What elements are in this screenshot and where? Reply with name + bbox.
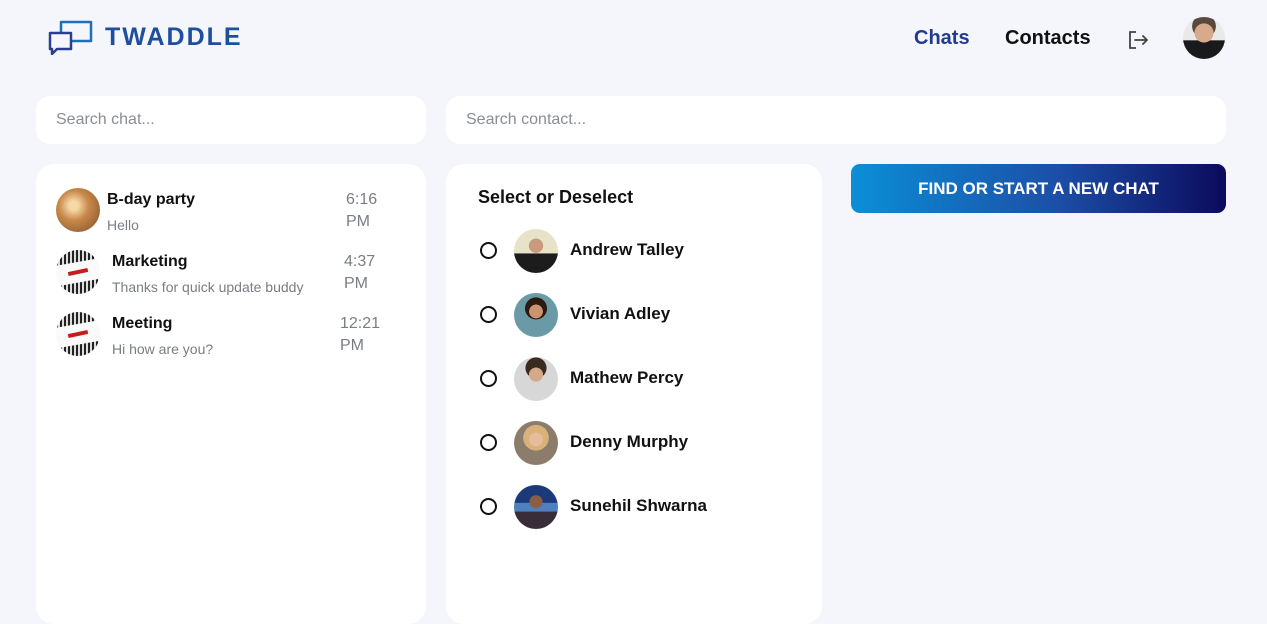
chat-avatar	[56, 250, 100, 294]
chat-time-period: PM	[340, 337, 364, 354]
brand-name: TWADDLE	[105, 22, 243, 51]
contact-radio[interactable]	[480, 306, 497, 323]
contact-radio[interactable]	[480, 498, 497, 515]
logout-icon[interactable]	[1127, 29, 1149, 51]
contact-name: Mathew Percy	[570, 368, 684, 387]
contact-radio[interactable]	[480, 370, 497, 387]
contact-avatar	[514, 421, 558, 465]
chat-time-period: PM	[344, 275, 368, 292]
contact-name: Sunehil Shwarna	[570, 496, 707, 515]
contact-name: Vivian Adley	[570, 304, 671, 323]
chat-item-bday-party[interactable]: B-day party Hello 6:16 PM	[36, 186, 426, 242]
chat-time-value: 12:21	[340, 315, 381, 332]
chat-last-message: Hi how are you?	[112, 341, 214, 357]
contact-radio[interactable]	[480, 434, 497, 451]
brand-logo[interactable]: TWADDLE	[47, 19, 243, 55]
contact-row-mathew-percy[interactable]: Mathew Percy	[478, 357, 798, 403]
contact-avatar	[514, 485, 558, 529]
chat-last-message: Thanks for quick update buddy	[112, 279, 304, 295]
chat-item-meeting[interactable]: Meeting Hi how are you? 12:21 PM	[36, 310, 426, 366]
contact-row-andrew-talley[interactable]: Andrew Talley	[478, 229, 798, 275]
nav-contacts[interactable]: Contacts	[1005, 27, 1091, 50]
contact-radio[interactable]	[480, 242, 497, 259]
chat-name: B-day party	[107, 191, 196, 208]
contact-name: Andrew Talley	[570, 240, 684, 259]
chat-name: Meeting	[112, 315, 173, 332]
contact-row-denny-murphy[interactable]: Denny Murphy	[478, 421, 798, 467]
chat-last-message: Hello	[107, 217, 139, 233]
chat-time: 4:37 PM	[344, 251, 394, 295]
contact-row-sunehil-shwarna[interactable]: Sunehil Shwarna	[478, 485, 798, 531]
chat-name: Marketing	[112, 253, 188, 270]
chat-avatar	[56, 188, 100, 232]
chat-time: 12:21 PM	[340, 313, 390, 357]
contact-select-panel: Select or Deselect Andrew Talley Vivian …	[446, 164, 822, 624]
user-avatar[interactable]	[1183, 17, 1225, 59]
chat-time-value: 4:37	[344, 253, 376, 270]
nav-chats[interactable]: Chats	[914, 27, 970, 50]
search-contact-input[interactable]	[446, 96, 1226, 144]
contact-row-vivian-adley[interactable]: Vivian Adley	[478, 293, 798, 339]
chat-time-value: 6:16	[346, 191, 378, 208]
chat-avatar	[56, 312, 100, 356]
chat-bubbles-icon	[48, 20, 93, 55]
chat-list-panel: B-day party Hello 6:16 PM Marketing Than…	[36, 164, 426, 624]
chat-time-period: PM	[346, 213, 370, 230]
contact-name: Denny Murphy	[570, 432, 689, 451]
contact-avatar	[514, 357, 558, 401]
select-title: Select or Deselect	[478, 187, 634, 207]
contact-avatar	[514, 293, 558, 337]
contact-avatar	[514, 229, 558, 273]
chat-item-marketing[interactable]: Marketing Thanks for quick update buddy …	[36, 248, 426, 304]
chat-time: 6:16 PM	[346, 189, 396, 233]
find-or-start-chat-button[interactable]: FIND OR START A NEW CHAT	[851, 164, 1226, 213]
search-chat-input[interactable]	[36, 96, 426, 144]
